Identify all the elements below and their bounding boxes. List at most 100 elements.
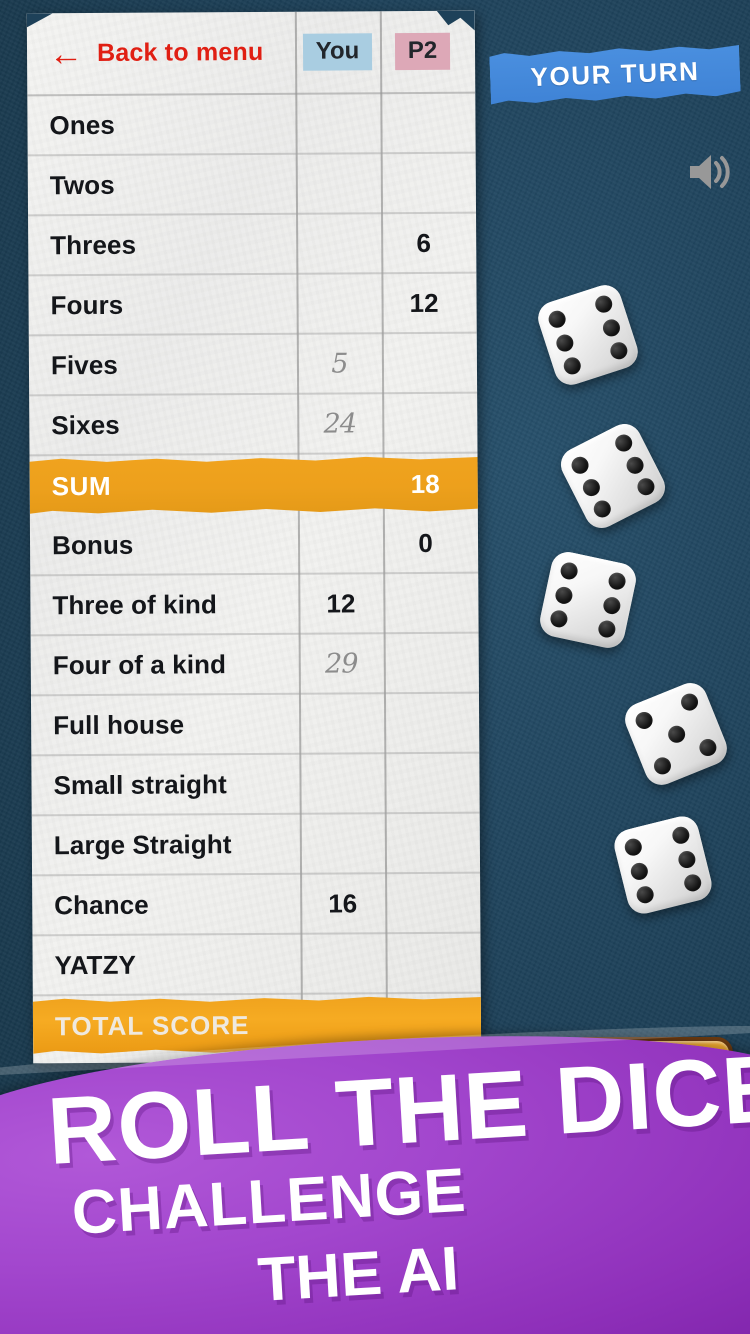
scoresheet-row[interactable]: SUM 18 <box>30 454 478 517</box>
score-cell-you[interactable] <box>297 303 382 304</box>
die-pip <box>651 754 674 777</box>
scoresheet-row[interactable]: Three of kind 12 <box>30 573 479 637</box>
score-cell-you[interactable]: 16 <box>300 888 385 920</box>
score-cell-p2 <box>381 183 466 184</box>
score-cell-you[interactable] <box>296 243 381 244</box>
player-badge-p2: P2 <box>394 32 451 71</box>
score-cell-you[interactable]: 12 <box>298 588 383 620</box>
die-pip <box>554 584 575 606</box>
back-to-menu-button[interactable]: ← Back to menu <box>27 34 295 73</box>
score-cell-you[interactable]: 29 <box>299 648 384 680</box>
score-cell-p2 <box>383 603 468 604</box>
scoresheet-panel: ← Back to menu You P2 Ones Twos Threes 6 Fou… <box>26 10 482 1064</box>
row-label: Large Straight <box>53 828 232 860</box>
die-pip <box>600 316 622 339</box>
die-pip <box>633 475 657 498</box>
row-label: Sixes <box>51 409 120 440</box>
scoresheet-row[interactable]: Twos <box>27 153 477 217</box>
score-cell-you[interactable]: 5 <box>297 348 382 380</box>
row-label: Four of a kind <box>52 648 227 680</box>
speaker-on-icon <box>690 155 730 189</box>
score-cell-p2: 12 <box>409 287 439 318</box>
die-pip <box>596 618 617 639</box>
score-cell-you[interactable] <box>298 543 383 544</box>
scoresheet-row[interactable]: Fours 12 <box>28 273 477 337</box>
left-arrow-icon: ← <box>48 34 84 73</box>
score-cell-p2 <box>385 843 470 844</box>
die-pip <box>696 736 719 759</box>
score-cell-you[interactable] <box>300 843 385 844</box>
row-label: Bonus <box>51 529 134 560</box>
row-label: Fours <box>50 289 124 320</box>
score-cell-you[interactable]: 24 <box>297 408 382 440</box>
row-label: YATZY <box>54 949 137 980</box>
score-cell-you[interactable] <box>299 723 384 724</box>
column-header-p2: P2 <box>380 32 465 71</box>
scoresheet-row[interactable]: Ones <box>27 93 476 157</box>
die-pip <box>635 883 656 905</box>
die-pip <box>670 825 691 847</box>
row-label: Threes <box>50 229 137 260</box>
die-pip <box>601 594 622 616</box>
die-pip <box>664 722 688 746</box>
die-face-6[interactable] <box>536 548 640 652</box>
die-pip <box>549 608 570 629</box>
scoresheet-row[interactable]: Large Straight <box>31 813 481 877</box>
die-pip <box>623 453 646 477</box>
score-cell-p2 <box>382 423 467 424</box>
die-pip <box>607 339 630 362</box>
scoresheet-row[interactable]: YATZY <box>32 933 481 997</box>
score-cell-you[interactable] <box>296 183 381 184</box>
promo-banner <box>0 1015 750 1334</box>
scoresheet-row[interactable]: Four of a kind 29 <box>30 633 479 697</box>
scoresheet-row[interactable]: Chance 16 <box>32 873 481 937</box>
die-pip <box>678 691 701 714</box>
scoresheet-row[interactable]: Threes 6 <box>28 213 477 277</box>
die-pip <box>546 308 569 331</box>
scoresheet-header: ← Back to menu You P2 <box>26 10 476 97</box>
row-label: Twos <box>49 169 115 200</box>
die-pip <box>681 872 703 893</box>
row-label: Three of kind <box>52 588 218 620</box>
die-pip <box>569 454 593 477</box>
die-pip <box>580 475 603 499</box>
sound-toggle-button[interactable] <box>684 147 734 197</box>
die-pip <box>591 496 614 520</box>
score-cell-p2: 0 <box>418 527 433 558</box>
score-cell-you[interactable] <box>295 123 380 124</box>
scoresheet-row[interactable]: Small straight <box>31 753 480 817</box>
scoresheet-row[interactable]: Bonus 0 <box>29 513 479 577</box>
score-cell-p2 <box>385 903 470 904</box>
score-cell-p2 <box>384 723 469 724</box>
score-cell-p2 <box>386 963 471 964</box>
die-pip <box>606 571 627 592</box>
die-pip <box>592 293 615 316</box>
row-label: Ones <box>49 109 116 140</box>
row-label: Small straight <box>53 768 227 800</box>
scoresheet-row[interactable]: Sixes 24 <box>29 393 478 457</box>
turn-banner-label: YOUR TURN <box>530 55 700 93</box>
player-badge-you: You <box>302 33 373 71</box>
score-cell-you[interactable] <box>301 963 386 964</box>
die-pip <box>676 848 697 870</box>
score-cell-p2 <box>384 663 469 664</box>
score-cell-p2 <box>385 783 470 784</box>
row-label: Full house <box>53 708 185 740</box>
die-pip <box>559 561 580 582</box>
score-cell-p2 <box>380 123 465 124</box>
back-to-menu-label: Back to menu <box>96 37 264 67</box>
score-cell-p2: 18 <box>410 468 440 499</box>
die-pip <box>623 837 645 858</box>
row-label: Fives <box>50 349 119 380</box>
die-pip <box>629 860 650 882</box>
scoresheet-row[interactable]: Full house <box>30 693 480 757</box>
scoresheet-rows: Ones Twos Threes 6 Fours 12 Fives 5 Sixes 24 SUM 18… <box>27 93 481 1057</box>
row-label: TOTAL SCORE <box>54 1009 250 1041</box>
die-pip <box>633 709 656 732</box>
die-pip <box>612 432 635 456</box>
scoresheet-row[interactable]: Fives 5 <box>28 333 478 397</box>
score-cell-p2: 6 <box>416 227 432 258</box>
die-pip <box>561 354 584 377</box>
score-cell-you[interactable] <box>300 783 385 784</box>
row-label: Chance <box>54 889 149 920</box>
